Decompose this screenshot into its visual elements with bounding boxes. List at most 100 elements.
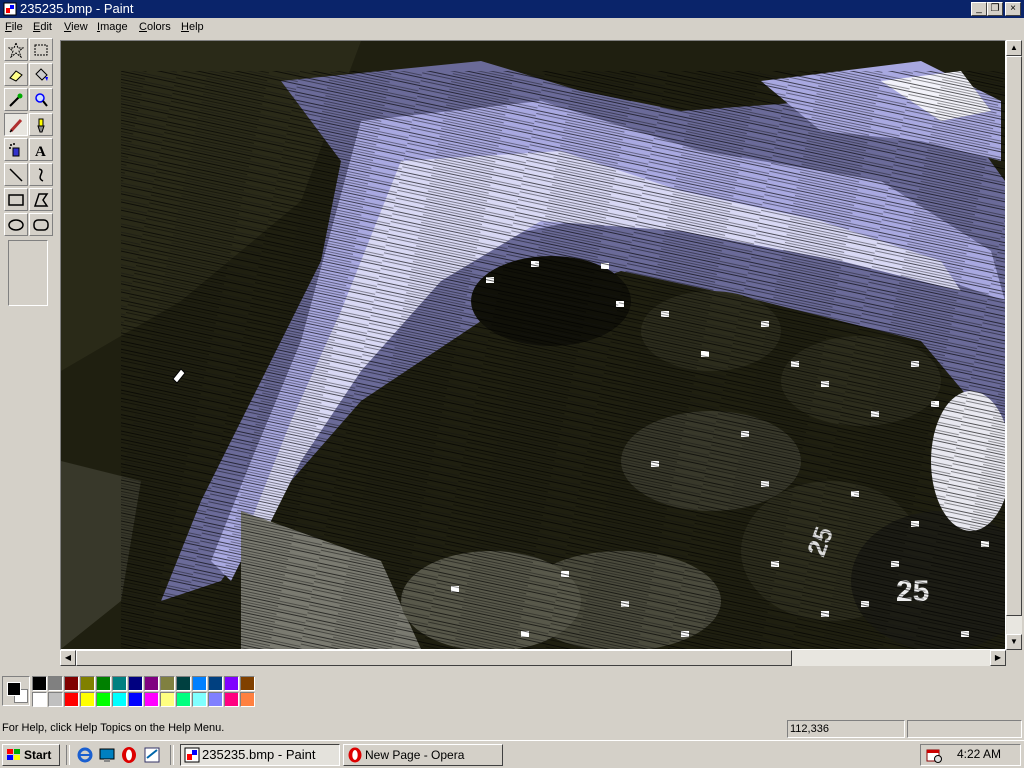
palette-color-swatch[interactable] (64, 692, 79, 707)
horizontal-scrollbar[interactable]: ◀ ▶ (60, 650, 1006, 666)
menu-view[interactable]: View (64, 21, 88, 33)
scroll-left-button[interactable]: ◀ (60, 650, 76, 666)
tool-pencil[interactable] (4, 113, 28, 136)
desktop-icon[interactable] (98, 746, 116, 764)
scroll-down-button[interactable]: ▼ (1006, 634, 1022, 650)
curve-icon (38, 168, 44, 182)
polygon-icon (33, 193, 49, 207)
opera-icon[interactable] (120, 746, 138, 764)
tool-ellipse[interactable] (4, 213, 28, 236)
palette-color-swatch[interactable] (128, 676, 143, 691)
tool-polygon[interactable] (29, 188, 53, 211)
magnifier-icon (35, 93, 48, 107)
ellipse-icon (8, 219, 24, 231)
toolbox: A (2, 38, 54, 668)
tool-options-box[interactable] (8, 240, 48, 306)
tool-magnifier[interactable] (29, 88, 53, 111)
tool-curve[interactable] (29, 163, 53, 186)
tool-fill-with-color[interactable] (29, 63, 53, 86)
palette-color-swatch[interactable] (48, 692, 63, 707)
palette-color-swatch[interactable] (32, 692, 47, 707)
palette-color-swatch[interactable] (80, 676, 95, 691)
windows-logo-icon (7, 749, 20, 760)
clock[interactable]: 4:22 AM (957, 747, 1001, 761)
tool-select[interactable] (29, 38, 53, 61)
tool-rectangle[interactable] (4, 188, 28, 211)
palette-color-swatch[interactable] (144, 676, 159, 691)
star-select-icon (8, 42, 24, 58)
palette-color-swatch[interactable] (112, 676, 127, 691)
palette-color-swatch[interactable] (176, 692, 191, 707)
palette-color-swatch[interactable] (32, 676, 47, 691)
palette-color-swatch[interactable] (208, 676, 223, 691)
status-help-text: For Help, click Help Topics on the Help … (2, 722, 225, 734)
status-size (907, 720, 1022, 738)
rounded-rect-icon (33, 219, 49, 231)
palette-color-swatch[interactable] (240, 676, 255, 691)
palette-color-swatch[interactable] (64, 676, 79, 691)
palette-color-swatch[interactable] (112, 692, 127, 707)
internet-explorer-icon[interactable] (76, 746, 94, 764)
close-button[interactable]: × (1005, 2, 1021, 16)
pencil-icon (9, 118, 23, 133)
system-tray: 4:22 AM (920, 744, 1021, 766)
eyedropper-icon (9, 93, 23, 107)
tool-rounded-rectangle[interactable] (29, 213, 53, 236)
task-opera[interactable]: New Page - Opera (343, 744, 503, 766)
vertical-scrollbar[interactable]: ▲ ▼ (1006, 40, 1022, 650)
palette-color-swatch[interactable] (208, 692, 223, 707)
palette-color-swatch[interactable] (128, 692, 143, 707)
scheduler-icon[interactable] (926, 747, 942, 763)
palette-color-swatch[interactable] (192, 676, 207, 691)
eraser-icon (9, 70, 23, 82)
palette-color-swatch[interactable] (176, 676, 191, 691)
canvas-image: 25 25 (61, 41, 1005, 649)
tool-line[interactable] (4, 163, 28, 186)
palette-color-swatch[interactable] (96, 676, 111, 691)
status-coordinates: 112,336 (787, 720, 905, 738)
palette-color-swatch[interactable] (192, 692, 207, 707)
palette-color-swatch[interactable] (224, 692, 239, 707)
scroll-up-button[interactable]: ▲ (1006, 40, 1022, 56)
rect-select-icon (34, 44, 48, 56)
menu-edit[interactable]: Edit (33, 21, 52, 33)
menu-bar: File Edit View Image Colors Help (0, 18, 1024, 38)
menu-help[interactable]: Help (181, 21, 204, 33)
palette-color-swatch[interactable] (160, 676, 175, 691)
drawing-canvas[interactable]: 25 25 (60, 40, 1006, 650)
svg-text:A: A (35, 144, 46, 158)
start-button[interactable]: Start (2, 744, 60, 766)
tool-brush[interactable] (29, 113, 53, 136)
scroll-right-button[interactable]: ▶ (990, 650, 1006, 666)
palette-color-swatch[interactable] (224, 676, 239, 691)
tool-text[interactable]: A (29, 138, 53, 161)
title-bar: 235235.bmp - Paint _ ❐ × (0, 0, 1024, 18)
menu-file[interactable]: File (5, 21, 23, 33)
paint-bucket-icon (35, 68, 48, 81)
opera-icon (348, 747, 362, 763)
horizontal-scroll-thumb[interactable] (76, 650, 792, 666)
palette-color-swatch[interactable] (160, 692, 175, 707)
paint-icon (184, 747, 200, 763)
tool-airbrush[interactable] (4, 138, 28, 161)
tool-free-form-select[interactable] (4, 38, 28, 61)
status-bar: For Help, click Help Topics on the Help … (0, 718, 1024, 740)
palette-color-swatch[interactable] (80, 692, 95, 707)
restore-button[interactable]: ❐ (987, 2, 1003, 16)
vertical-scroll-thumb[interactable] (1006, 56, 1022, 616)
palette-color-swatch[interactable] (96, 692, 111, 707)
line-icon (9, 168, 23, 182)
task-paint[interactable]: 235235.bmp - Paint (180, 744, 340, 766)
brush-icon (37, 118, 45, 133)
text-icon: A (35, 144, 46, 158)
palette-color-swatch[interactable] (144, 692, 159, 707)
palette-color-swatch[interactable] (48, 676, 63, 691)
paint-app-icon (3, 2, 17, 16)
palette-color-swatch[interactable] (240, 692, 255, 707)
tool-eraser[interactable] (4, 63, 28, 86)
menu-colors[interactable]: Colors (139, 21, 171, 33)
minimize-button[interactable]: _ (971, 2, 987, 16)
outlook-icon[interactable] (143, 746, 161, 764)
tool-pick-color[interactable] (4, 88, 28, 111)
menu-image[interactable]: Image (97, 21, 128, 33)
